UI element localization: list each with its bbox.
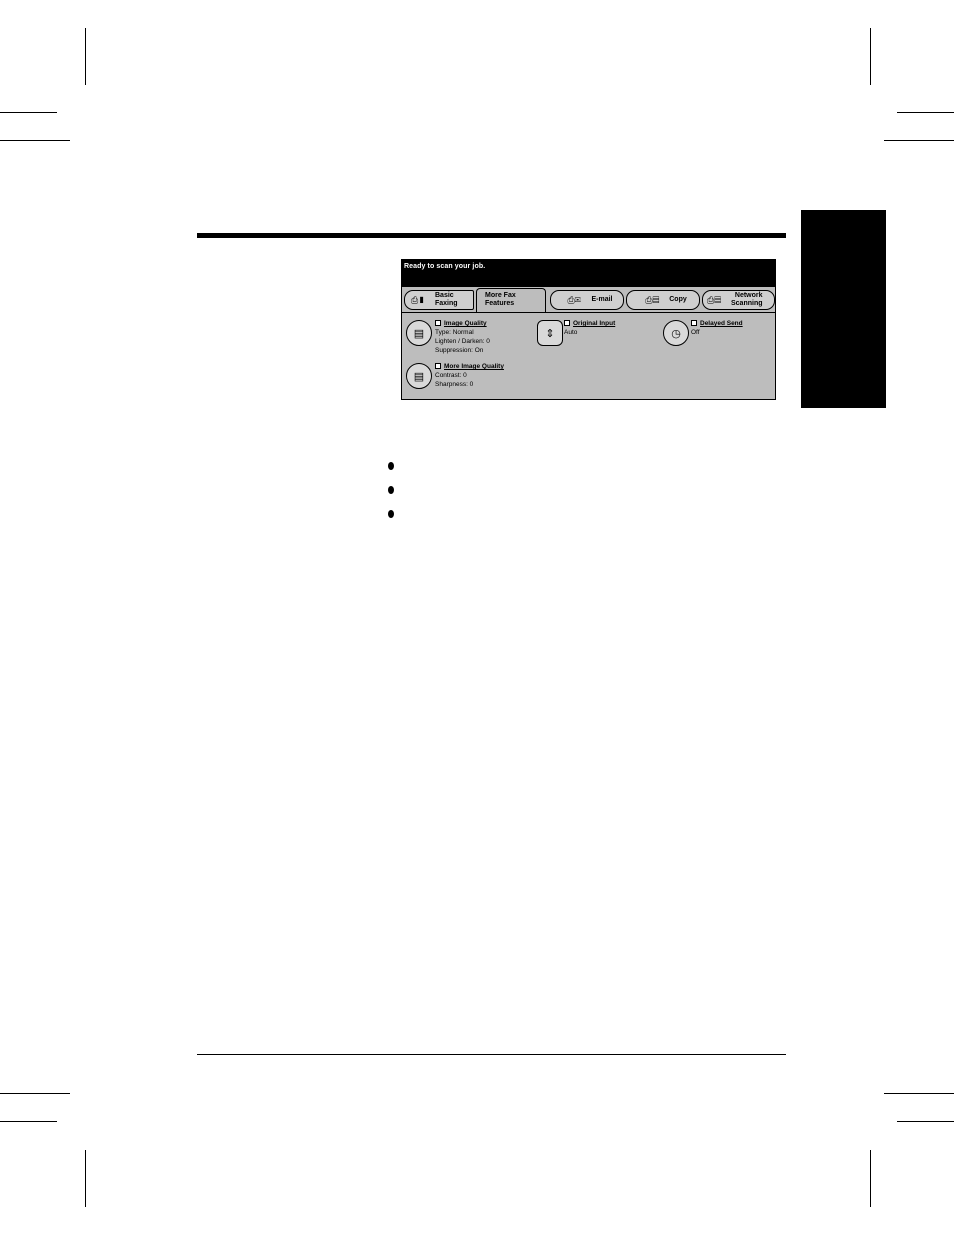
original-input-icon: ⇕ [545, 327, 555, 340]
feature-title: More Image Quality [444, 363, 504, 370]
more-image-quality-icon: ▤ [413, 370, 425, 383]
tab-label: Scanning [731, 300, 763, 307]
more-image-quality-button[interactable]: ▤ [406, 363, 432, 389]
checkbox-icon [435, 320, 441, 327]
checkbox-icon [564, 320, 570, 327]
crop-mark [884, 1093, 954, 1094]
crop-mark [870, 1150, 871, 1207]
feature-value: Auto [564, 329, 578, 336]
checkbox-icon [691, 320, 697, 327]
original-input-button[interactable]: ⇕ [537, 320, 563, 346]
crop-mark [0, 1093, 70, 1094]
crop-mark [85, 1150, 86, 1207]
fax-screen-panel: Ready to scan your job. ⎙▮ Basic Faxing … [401, 259, 776, 400]
tab-label: Faxing [435, 300, 458, 307]
crop-mark [897, 1121, 954, 1122]
checkbox-icon [435, 363, 441, 370]
feature-value: Lighten / Darken: 0 [435, 338, 490, 345]
tab-label: More Fax [485, 292, 516, 299]
bullet-icon [388, 510, 394, 518]
original-input-info: Original Input Auto [564, 319, 615, 337]
feature-title: Original Input [573, 320, 616, 327]
image-quality-info: Image Quality Type: Normal Lighten / Dar… [435, 319, 490, 355]
tab-label: E-mail [591, 296, 613, 303]
more-image-quality-info: More Image Quality Contrast: 0 Sharpness… [435, 362, 504, 389]
tab-email[interactable]: ⎙✉ E-mail [550, 290, 624, 310]
tab-bar: ⎙▮ Basic Faxing More Fax Features ⎙✉ E-m… [402, 288, 775, 312]
fax-icon: ⎙▮ [411, 295, 426, 305]
footer-rule [197, 1054, 786, 1055]
crop-mark [870, 28, 871, 85]
tab-basic-faxing[interactable]: ⎙▮ Basic Faxing [404, 290, 474, 310]
crop-mark [0, 1121, 57, 1122]
bullet-icon [388, 462, 394, 470]
feature-value: Contrast: 0 [435, 372, 467, 379]
tab-label: Basic [435, 292, 454, 299]
status-bar: Ready to scan your job. [402, 260, 775, 287]
tab-network-scanning[interactable]: ⎙▤ Network Scanning [702, 290, 775, 310]
bullet-icon [388, 486, 394, 494]
bullet-list [388, 462, 394, 534]
crop-mark [884, 140, 954, 141]
status-message: Ready to scan your job. [404, 263, 486, 270]
image-quality-icon: ▤ [413, 327, 425, 340]
header-rule [197, 233, 786, 238]
image-quality-button[interactable]: ▤ [406, 320, 432, 346]
tab-underline [402, 312, 775, 313]
tab-label: Features [485, 300, 515, 307]
copy-icon: ⎙▤ [645, 295, 660, 305]
crop-mark [897, 112, 954, 113]
tab-label: Network [734, 292, 763, 299]
feature-value: Suppression: On [435, 347, 484, 354]
tab-label: Copy [669, 296, 687, 303]
feature-title: Image Quality [444, 320, 487, 327]
crop-mark [85, 28, 86, 85]
feature-value: Off [691, 329, 700, 336]
crop-mark [0, 140, 70, 141]
network-icon: ⎙▤ [707, 295, 722, 305]
tab-copy[interactable]: ⎙▤ Copy [626, 290, 700, 310]
feature-value: Sharpness: 0 [435, 381, 474, 388]
feature-value: Type: Normal [435, 329, 474, 336]
delayed-send-button[interactable]: ◷ [663, 320, 689, 346]
delayed-send-info: Delayed Send Off [691, 319, 743, 337]
email-icon: ⎙✉ [567, 295, 581, 305]
crop-mark [0, 112, 57, 113]
chapter-thumb-tab [801, 210, 886, 408]
feature-title: Delayed Send [700, 320, 743, 327]
tab-more-fax-features[interactable]: More Fax Features [476, 288, 546, 312]
clock-icon: ◷ [671, 327, 681, 340]
